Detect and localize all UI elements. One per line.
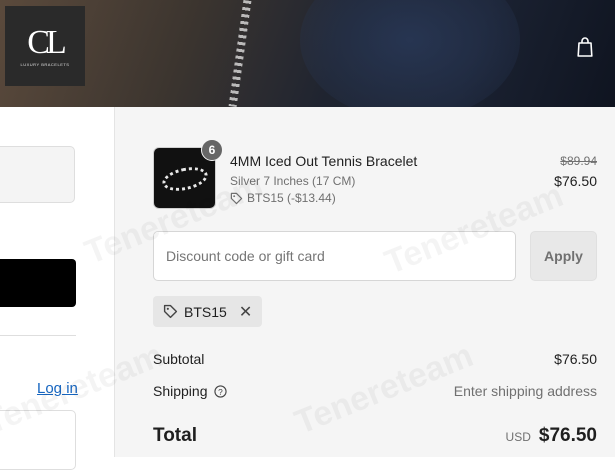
- applied-discount-chip: BTS15 ✕: [153, 296, 263, 327]
- shipping-value: Enter shipping address: [453, 383, 597, 399]
- shipping-label: Shipping: [153, 383, 208, 399]
- help-icon[interactable]: ?: [213, 384, 227, 398]
- contact-field[interactable]: [0, 146, 75, 203]
- subtotal-label: Subtotal: [153, 351, 205, 367]
- bracelet-image: [160, 163, 210, 195]
- header-banner: CL LUXURY BRACELETS: [0, 0, 615, 107]
- svg-text:?: ?: [218, 386, 223, 396]
- apply-discount-button[interactable]: Apply: [530, 231, 597, 281]
- original-price: $89.94: [560, 154, 597, 168]
- discount-code-input[interactable]: [153, 231, 516, 281]
- product-discount-text: BTS15 (-$13.44): [247, 191, 336, 205]
- subtotal-value: $76.50: [554, 351, 597, 367]
- store-logo[interactable]: CL LUXURY BRACELETS: [5, 6, 85, 86]
- tag-icon: [230, 192, 243, 204]
- item-price: $76.50: [554, 173, 597, 189]
- total-row: Total USD $76.50: [153, 425, 597, 447]
- product-discount: BTS15 (-$13.44): [230, 191, 336, 205]
- order-summary: 6 4MM Iced Out Tennis Bracelet Silver 7 …: [115, 107, 615, 457]
- total-value: $76.50: [538, 425, 597, 446]
- banner-bracelet-strand: [228, 0, 252, 107]
- applied-code: BTS15: [184, 303, 227, 320]
- checkout-form-column: Log in: [0, 107, 115, 470]
- quantity-badge: 6: [201, 139, 223, 161]
- shipping-label-group: Shipping ?: [153, 383, 227, 399]
- login-link[interactable]: Log in: [37, 380, 78, 397]
- total-amount: USD $76.50: [506, 425, 597, 447]
- subtotal-row: Subtotal $76.50: [153, 351, 597, 367]
- tag-icon: [163, 304, 178, 319]
- currency-code: USD: [505, 430, 531, 444]
- remove-discount-icon[interactable]: ✕: [239, 302, 252, 322]
- product-variant: Silver 7 Inches (17 CM): [230, 174, 356, 188]
- logo-tagline: LUXURY BRACELETS: [20, 61, 70, 67]
- product-name: 4MM Iced Out Tennis Bracelet: [230, 153, 418, 169]
- shipping-row: Shipping ? Enter shipping address: [153, 383, 597, 399]
- shopping-bag-icon[interactable]: [575, 36, 595, 58]
- express-checkout-button[interactable]: [0, 259, 76, 307]
- email-field[interactable]: [0, 410, 76, 470]
- logo-mark: CL: [27, 23, 67, 61]
- banner-background: [300, 0, 520, 107]
- total-label: Total: [153, 425, 197, 446]
- divider: [0, 335, 76, 336]
